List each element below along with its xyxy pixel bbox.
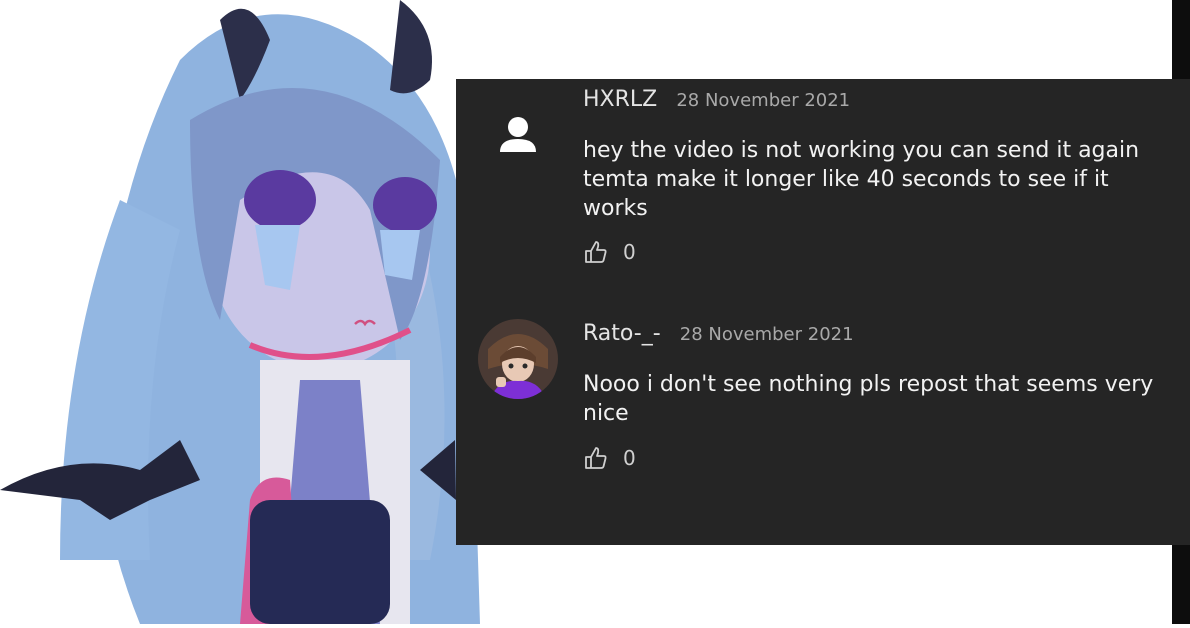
comment-header: Rato-_- 28 November 2021 (583, 321, 854, 346)
comment-author[interactable]: HXRLZ (583, 87, 657, 112)
comment-header: HXRLZ 28 November 2021 (583, 87, 850, 112)
like-button[interactable]: 0 (583, 239, 636, 265)
profile-picture[interactable] (478, 319, 558, 399)
comment-date: 28 November 2021 (676, 90, 851, 111)
like-button[interactable]: 0 (583, 445, 636, 471)
comment-text: Nooo i don't see nothing pls repost that… (583, 372, 1154, 426)
like-count: 0 (623, 446, 636, 470)
comment-date: 28 November 2021 (679, 324, 854, 345)
like-count: 0 (623, 240, 636, 264)
thumbs-up-icon (585, 241, 607, 263)
comment-author[interactable]: Rato-_- (583, 321, 661, 346)
comments-panel: HXRLZ 28 November 2021 hey the video is … (456, 79, 1190, 545)
comment-text: hey the video is not working you can sen… (583, 138, 1140, 221)
default-user-icon[interactable] (478, 87, 558, 167)
thumbs-up-icon (585, 447, 607, 469)
